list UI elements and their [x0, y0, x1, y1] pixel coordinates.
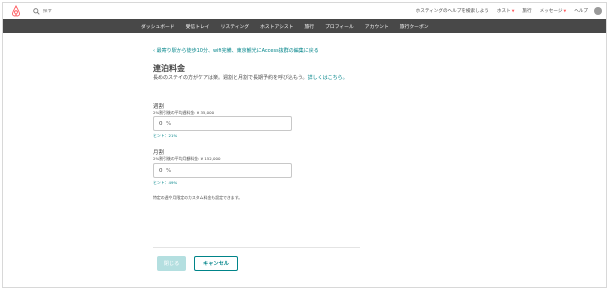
host-menu-label: ホスト: [496, 9, 511, 14]
app-window: ホスティングのヘルプを検索しよう ホスト▼ 旅行 メッセージ▼ ヘルプ ダッシュ…: [2, 2, 607, 288]
search-box[interactable]: [33, 6, 123, 16]
monthly-discount-value[interactable]: 0: [159, 168, 166, 174]
messages-menu-label: メッセージ: [539, 9, 563, 14]
avatar[interactable]: [594, 7, 602, 15]
weekly-discount-label: 週割: [153, 104, 165, 110]
messages-menu[interactable]: メッセージ▼: [540, 8, 567, 14]
nav-item-profile[interactable]: プロフィール: [325, 23, 354, 30]
top-header: ホスティングのヘルプを検索しよう ホスト▼ 旅行 メッセージ▼ ヘルプ: [3, 3, 606, 19]
custom-pricing-note: 特定の週や月限定のカスタム料金も設定できます。: [153, 195, 243, 200]
weekly-discount-hint: ヒント：21%: [153, 133, 178, 138]
learn-more-link[interactable]: 詳しくはこちら。: [308, 75, 348, 81]
footer-divider: [153, 247, 360, 248]
back-link-text: 最寄り駅から徒歩10分、wifi完備、東京観光にAccess抜群の編集に戻る: [156, 48, 319, 54]
caret-down-icon: ▼: [563, 9, 567, 13]
host-nav-bar: ダッシュボード 受信トレイ リスティング ホストアシスト 旅行 プロフィール ア…: [3, 19, 606, 33]
weekly-discount-field[interactable]: 0 %: [153, 116, 292, 131]
caret-down-icon: ▼: [511, 9, 515, 13]
weekly-discount-value[interactable]: 0: [159, 121, 166, 127]
nav-item-dashboard[interactable]: ダッシュボード: [141, 23, 175, 30]
search-icon: [33, 7, 40, 15]
monthly-discount-hint: ヒント：49%: [153, 180, 178, 185]
help-search-link[interactable]: ホスティングのヘルプを検索しよう: [416, 8, 489, 14]
close-button[interactable]: 閉じる: [157, 256, 186, 271]
trips-link[interactable]: 旅行: [522, 8, 531, 14]
nav-item-inbox[interactable]: 受信トレイ: [186, 23, 210, 30]
nav-item-travel-coupons[interactable]: 旅行クーポン: [400, 23, 429, 30]
back-to-listing-link[interactable]: ‹ 最寄り駅から徒歩10分、wifi完備、東京観光にAccess抜群の編集に戻る: [153, 47, 319, 54]
monthly-discount-field[interactable]: 0 %: [153, 163, 292, 178]
nav-item-host-assist[interactable]: ホストアシスト: [260, 23, 293, 30]
host-menu[interactable]: ホスト▼: [497, 8, 515, 14]
monthly-discount-label: 月割: [153, 150, 165, 156]
cancel-button[interactable]: キャンセル: [194, 256, 238, 271]
monthly-average-price: 2%割引後の平均月額料金: ¥ 152,000: [153, 156, 221, 161]
help-link[interactable]: ヘルプ: [574, 8, 588, 14]
page-title: 連泊料金: [153, 64, 185, 73]
nav-item-listings[interactable]: リスティング: [221, 23, 250, 30]
nav-item-trips[interactable]: 旅行: [304, 23, 314, 30]
search-input[interactable]: [43, 8, 123, 14]
percent-unit: %: [166, 167, 172, 174]
percent-unit: %: [166, 120, 172, 127]
nav-item-account[interactable]: アカウント: [365, 23, 389, 30]
page-description: 長めのステイの方がケアは楽。週割と月割で長期予約を呼び込もう。詳しくはこちら。: [153, 74, 348, 81]
airbnb-logo-icon[interactable]: [10, 5, 22, 17]
description-text: 長めのステイの方がケアは楽。週割と月割で長期予約を呼び込もう。: [153, 75, 308, 81]
header-links: ホスティングのヘルプを検索しよう ホスト▼ 旅行 メッセージ▼ ヘルプ: [408, 7, 602, 15]
